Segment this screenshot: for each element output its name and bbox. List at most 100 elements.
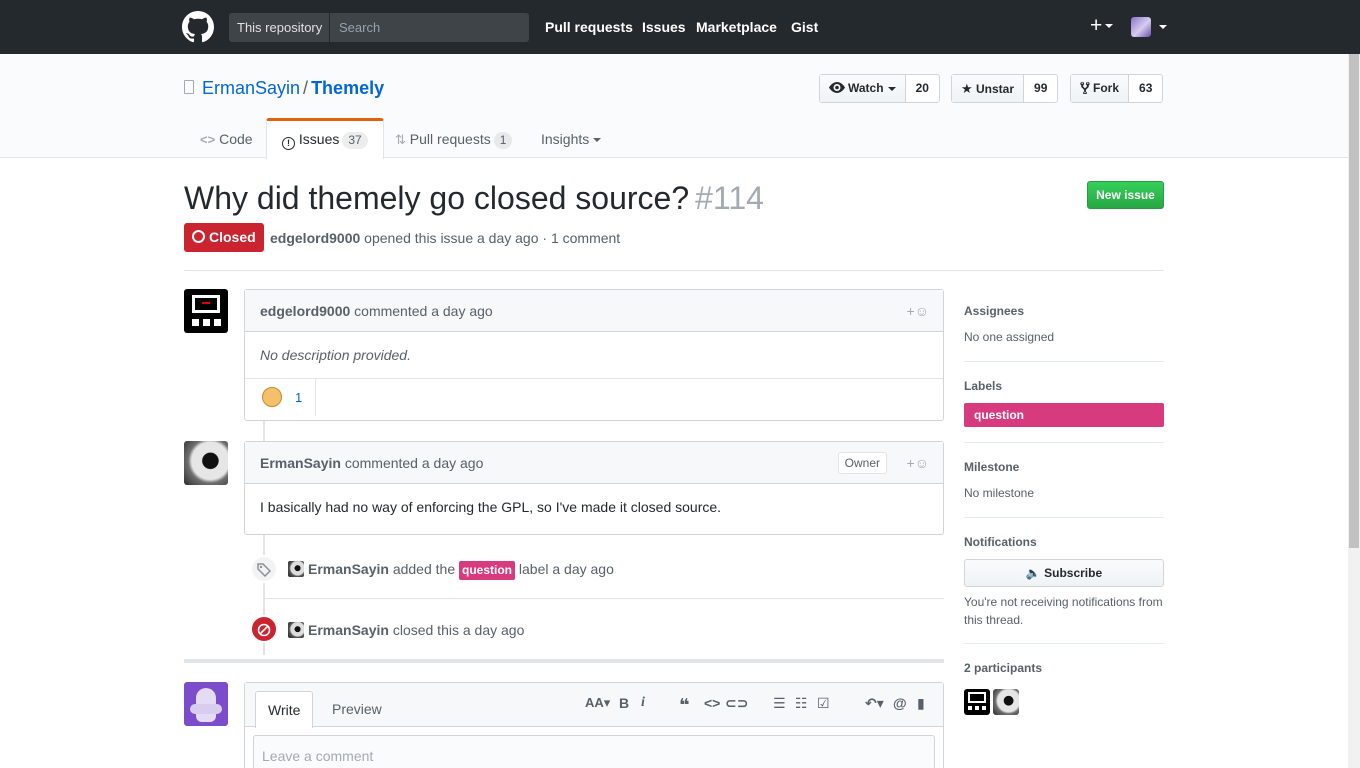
tab-issues-label: Issues <box>298 131 340 147</box>
question-label[interactable]: question <box>964 403 1164 427</box>
question-label[interactable]: question <box>459 561 516 580</box>
user-avatar[interactable] <box>1131 17 1151 37</box>
divider <box>964 643 1164 644</box>
event-actor-link[interactable]: ErmanSayin <box>308 561 389 577</box>
comment: edgelord9000 commented a day ago +☺ No d… <box>244 289 944 421</box>
comment: ErmanSayin commented a day ago Owner +☺ … <box>244 441 944 535</box>
reaction-confused-button[interactable]: 1 <box>245 379 316 416</box>
scrollbar-thumb[interactable] <box>1349 54 1359 548</box>
participant-avatar-ermansayin[interactable] <box>993 689 1019 715</box>
repo-path-separator: / <box>303 78 309 98</box>
tab-pull-requests[interactable]: ⇅ Pull requests 1 <box>395 118 513 158</box>
event-actor-link[interactable]: ErmanSayin <box>308 622 389 638</box>
github-logo-icon[interactable] <box>182 11 214 43</box>
tab-write[interactable]: Write <box>255 691 314 728</box>
event-actor-avatar[interactable] <box>288 561 304 577</box>
comment-form-toolbar: Write Preview AA▾ B i ❝ <> ⊂⊃ ☰ ☷ ☑ ↶▾ @… <box>245 683 943 728</box>
fork-button[interactable]: Fork <box>1071 75 1130 102</box>
issue-meta-text: opened this issue a day ago · 1 comment <box>364 230 621 246</box>
caret-down-icon[interactable] <box>1159 25 1167 29</box>
quote-icon[interactable]: ❝ <box>679 696 690 714</box>
comment-body: I basically had no way of enforcing the … <box>260 499 722 515</box>
nav-gist[interactable]: Gist <box>791 19 818 35</box>
repo-name-link[interactable]: Themely <box>311 78 384 98</box>
avatar-edgelord9000[interactable] <box>184 289 228 333</box>
fork-button-group: Fork 63 <box>1070 74 1164 103</box>
smiley-icon: ☺ <box>914 303 929 319</box>
comment-author-link[interactable]: ErmanSayin <box>260 455 341 471</box>
issue-state-badge: Closed <box>184 223 264 252</box>
unstar-button[interactable]: ★ Unstar <box>952 75 1025 102</box>
search-box: This repository <box>229 13 529 42</box>
nav-issues[interactable]: Issues <box>642 19 686 35</box>
link-icon[interactable]: ⊂⊃ <box>725 695 748 712</box>
tag-icon <box>257 563 272 578</box>
search-scope[interactable]: This repository <box>229 13 330 42</box>
code-icon[interactable]: <> <box>704 695 720 711</box>
sidebar-heading[interactable]: Assignees <box>964 304 1164 318</box>
sidebar-heading[interactable]: Labels <box>964 379 1164 393</box>
confused-emoji-icon <box>262 387 282 407</box>
reaction-count: 1 <box>295 390 303 405</box>
divider <box>264 598 944 599</box>
avatar-ermansayin[interactable] <box>184 441 228 485</box>
issue-author-link[interactable]: edgelord9000 <box>270 230 360 246</box>
numbered-list-icon[interactable]: ☷ <box>795 695 808 712</box>
divider <box>964 442 1164 443</box>
tab-insights[interactable]: Insights <box>541 118 602 158</box>
add-reaction-button[interactable]: +☺ <box>907 290 929 332</box>
text-size-icon[interactable]: AA▾ <box>585 695 610 711</box>
issue-state-label: Closed <box>209 229 256 245</box>
tab-code[interactable]: <> Code <box>200 118 253 158</box>
reply-icon[interactable]: ↶▾ <box>865 695 884 712</box>
event-badge <box>250 555 278 583</box>
task-list-icon[interactable]: ☑ <box>817 695 830 712</box>
repo-owner-link[interactable]: ErmanSayin <box>202 78 300 98</box>
caret-down-icon <box>1105 24 1114 29</box>
sidebar-milestone: Milestone No milestone <box>964 460 1164 500</box>
comment-timestamp[interactable]: commented a day ago <box>354 303 493 319</box>
caret-down-icon <box>887 86 896 91</box>
comment-header: edgelord9000 commented a day ago +☺ <box>245 290 943 332</box>
bookmark-icon[interactable]: ▮ <box>917 695 925 712</box>
watch-button[interactable]: Watch <box>820 75 906 102</box>
event-actor-avatar[interactable] <box>288 622 304 638</box>
bold-icon[interactable]: B <box>619 695 629 711</box>
create-new-menu[interactable]: + <box>1090 15 1114 37</box>
search-input[interactable] <box>330 13 529 42</box>
sidebar-labels: Labels <box>964 379 1164 393</box>
nav-marketplace[interactable]: Marketplace <box>696 19 777 35</box>
stargazers-count[interactable]: 99 <box>1024 75 1057 102</box>
caret-down-icon <box>593 138 602 143</box>
owner-badge: Owner <box>837 452 887 474</box>
sidebar-assignees: Assignees No one assigned <box>964 304 1164 344</box>
new-issue-button[interactable]: New issue <box>1087 181 1164 209</box>
participant-avatar-edgelord9000[interactable] <box>964 689 990 715</box>
italic-icon[interactable]: i <box>641 695 645 711</box>
bulleted-list-icon[interactable]: ☰ <box>773 695 786 712</box>
add-reaction-button[interactable]: +☺ <box>907 442 929 484</box>
current-user-avatar[interactable] <box>184 682 228 726</box>
notification-reason: You're not receiving notifications from … <box>964 595 1163 627</box>
watchers-count[interactable]: 20 <box>906 75 939 102</box>
nav-pull-requests[interactable]: Pull requests <box>545 19 633 35</box>
star-icon: ★ <box>961 81 973 96</box>
tab-pulls-label: Pull requests <box>409 131 491 147</box>
sidebar-participants: 2 participants <box>964 661 1164 675</box>
tab-issues[interactable]: ! Issues 37 <box>266 118 384 159</box>
repo-header: ErmanSayin / Themely Watch 20 ★ Unstar 99 … <box>0 54 1360 159</box>
comment-timestamp[interactable]: commented a day ago <box>345 455 484 471</box>
watch-label: Watch <box>848 81 884 95</box>
comment-textarea[interactable] <box>253 735 935 768</box>
sidebar-heading[interactable]: Milestone <box>964 460 1164 474</box>
repo-title: ErmanSayin / Themely <box>202 78 384 99</box>
tab-preview[interactable]: Preview <box>320 691 394 728</box>
forks-count[interactable]: 63 <box>1129 75 1162 102</box>
speaker-icon: 🔈 <box>1025 566 1041 580</box>
mention-icon[interactable]: @ <box>893 695 907 711</box>
milestone-value: No milestone <box>964 486 1035 500</box>
comment-author-link[interactable]: edgelord9000 <box>260 303 350 319</box>
subscribe-button[interactable]: 🔈 Subscribe <box>964 559 1164 587</box>
event-text: added the <box>392 561 456 577</box>
star-button-group: ★ Unstar 99 <box>951 74 1059 103</box>
